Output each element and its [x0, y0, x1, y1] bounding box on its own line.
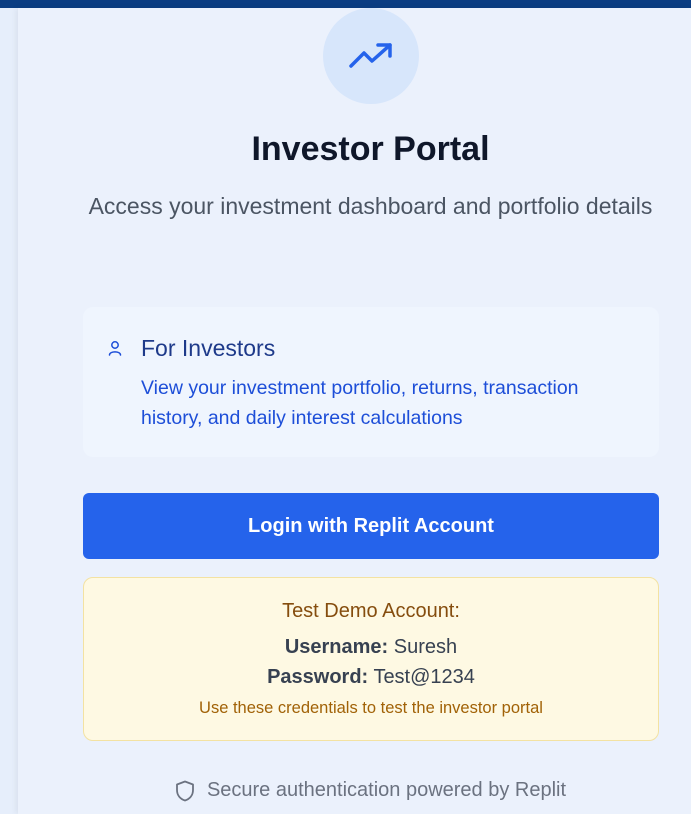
demo-title: Test Demo Account:	[282, 600, 460, 622]
password-value: Test@1234	[373, 666, 475, 688]
security-footer: Secure authentication powered by Replit	[18, 779, 691, 802]
investor-info-box: For Investors View your investment portf…	[83, 307, 659, 457]
info-text: View your investment portfolio, returns,…	[141, 377, 579, 429]
login-button[interactable]: Login with Replit Account	[83, 493, 659, 559]
username-label: Username:	[284, 636, 389, 658]
username-value: Suresh	[393, 636, 458, 658]
user-icon	[108, 341, 122, 356]
demo-account-box: Test Demo Account: Username: Suresh Pass…	[83, 577, 659, 741]
top-bar	[0, 0, 691, 8]
login-card: Investor Portal Access your investment d…	[18, 8, 691, 814]
demo-password-row: Password: Test@1234	[84, 666, 658, 689]
page-title: Investor Portal	[251, 130, 490, 168]
demo-note: Use these credentials to test the invest…	[199, 699, 543, 717]
trending-up-icon	[349, 43, 392, 68]
page-subtitle: Access your investment dashboard and por…	[88, 193, 653, 219]
shield-icon	[176, 780, 194, 801]
info-title: For Investors	[141, 335, 276, 361]
footer-text: Secure authentication powered by Replit	[206, 779, 567, 801]
logo-badge	[323, 8, 419, 104]
password-label: Password:	[267, 666, 369, 688]
demo-username-row: Username: Suresh	[84, 636, 658, 659]
